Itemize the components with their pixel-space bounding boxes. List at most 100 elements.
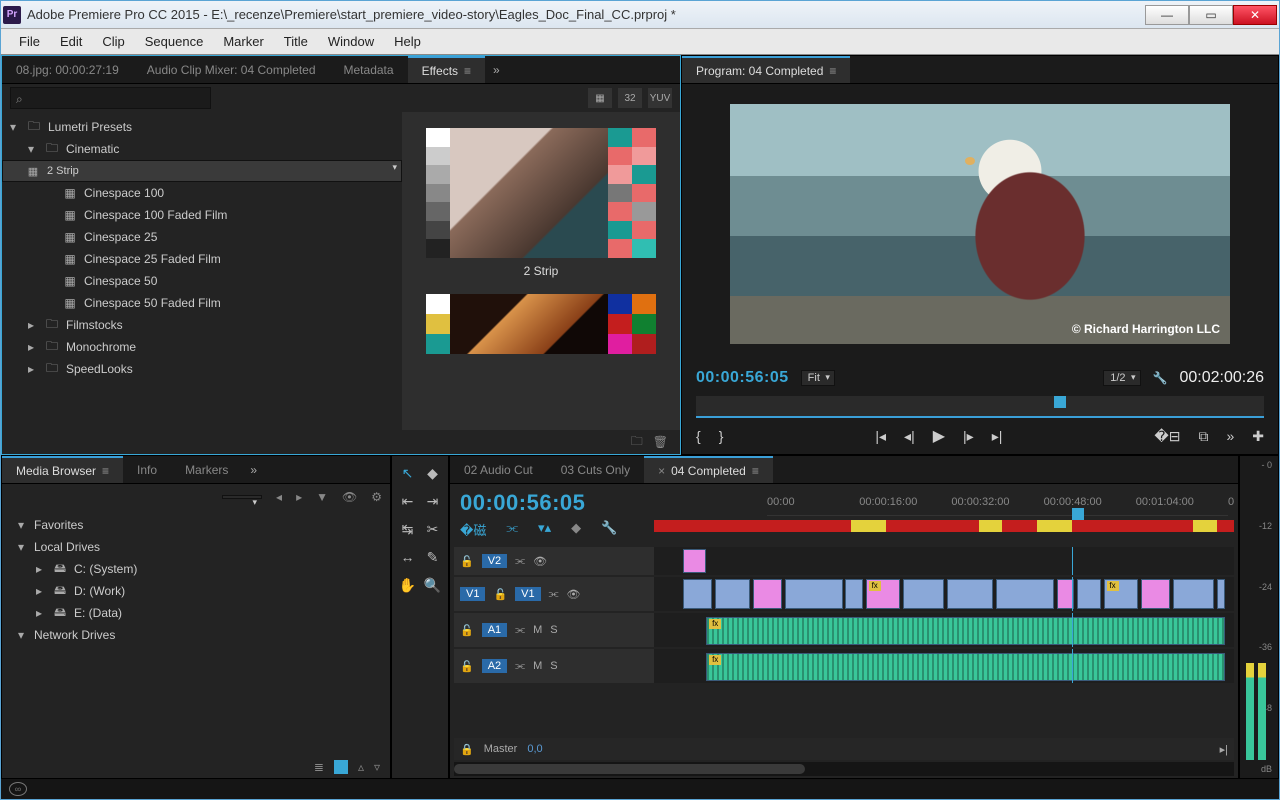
track-header[interactable]: V1🔓V1⫘👁 [454, 577, 654, 611]
disclosure-arrow-icon[interactable]: ▾ [18, 628, 28, 642]
linked-selection-icon[interactable]: ⫘ [506, 520, 518, 539]
timeline-playhead-icon[interactable] [1072, 508, 1084, 520]
mark-out-icon[interactable]: } [719, 428, 724, 444]
folder-row[interactable]: ▾🗀Lumetri Presets [2, 116, 402, 138]
track-target[interactable]: A2 [482, 659, 507, 673]
solo-button[interactable]: S [550, 624, 557, 636]
program-ruler[interactable] [696, 396, 1264, 418]
solo-button[interactable]: S [550, 660, 557, 672]
window-maximize-button[interactable]: ▭ [1189, 5, 1233, 25]
folder-row[interactable]: ▸🗀SpeedLooks [2, 358, 402, 380]
timeline-clip[interactable] [996, 579, 1054, 609]
track-lane[interactable]: fx [654, 613, 1234, 647]
panel-menu-icon[interactable]: ≡ [752, 464, 759, 478]
timeline-clip[interactable] [785, 579, 843, 609]
timeline-clip[interactable] [683, 579, 712, 609]
settings-wrench-icon[interactable]: 🔧 [1153, 371, 1168, 385]
sync-lock-icon[interactable]: ⫘ [549, 588, 559, 601]
preset-row[interactable]: ▦2 Strip [2, 160, 402, 182]
disclosure-arrow-icon[interactable]: ▸ [36, 606, 46, 620]
button-editor-icon[interactable]: ✚ [1252, 428, 1264, 445]
disclosure-arrow-icon[interactable]: ▾ [18, 518, 28, 532]
program-current-timecode[interactable]: 00:00:56:05 [696, 369, 789, 387]
disclosure-arrow-icon[interactable]: ▾ [18, 540, 28, 554]
disclosure-arrow-icon[interactable]: ▸ [36, 562, 46, 576]
menu-edit[interactable]: Edit [50, 31, 92, 52]
preset-row[interactable]: ▦Cinespace 100 Faded Film [2, 204, 402, 226]
timeline-clip[interactable] [1173, 579, 1214, 609]
sync-lock-icon[interactable]: ⫘ [515, 555, 525, 568]
source-patch[interactable]: V1 [460, 587, 485, 601]
track-header[interactable]: 🔓 V2 ⫘ 👁 [454, 547, 654, 575]
export-frame-icon[interactable]: » [1226, 428, 1234, 444]
panel-menu-icon[interactable]: ≡ [464, 64, 471, 78]
step-back-icon[interactable]: ◂| [904, 428, 915, 445]
sort-up-icon[interactable]: ▵ [358, 760, 364, 774]
hand-tool-icon[interactable]: ✋ [396, 572, 419, 598]
preset-row[interactable]: ▦Cinespace 100 [2, 182, 402, 204]
tabs-overflow-icon[interactable]: » [485, 63, 508, 77]
slip-tool-icon[interactable]: ↔ [396, 544, 419, 570]
rolling-edit-tool-icon[interactable]: ⇥ [421, 488, 444, 514]
timeline-clip[interactable] [715, 579, 750, 609]
timeline-current-timecode[interactable]: 00:00:56:05 [460, 490, 585, 516]
step-forward-icon[interactable]: |▸ [963, 428, 974, 445]
track-header[interactable]: 🔓A2⫘MS [454, 649, 654, 683]
disclosure-arrow-icon[interactable]: ▾ [10, 120, 20, 134]
section-row[interactable]: ▾Favorites [10, 514, 382, 536]
timeline-clip[interactable] [903, 579, 944, 609]
track-select-tool-icon[interactable]: ◆ [421, 460, 444, 486]
lock-icon[interactable]: 🔓 [493, 588, 507, 601]
play-icon[interactable]: ▶ [933, 426, 945, 446]
preset-card-2[interactable] [426, 294, 656, 354]
tab-effects[interactable]: Effects ≡ [408, 56, 485, 83]
timeline-clip[interactable] [947, 579, 993, 609]
mark-in-icon[interactable]: { [696, 428, 701, 444]
creative-cloud-icon[interactable]: ∞ [9, 782, 27, 796]
fx-yuv-icon[interactable]: YUV [648, 88, 672, 108]
drive-row[interactable]: ▸🖴D: (Work) [10, 580, 382, 602]
list-view-icon[interactable]: ≣ [314, 760, 324, 774]
goto-end-icon[interactable]: ▸| [1220, 743, 1228, 756]
timeline-clip[interactable]: fx [706, 617, 1225, 645]
timeline-clip[interactable] [1141, 579, 1170, 609]
track-target[interactable]: V2 [482, 554, 507, 568]
window-close-button[interactable]: ✕ [1233, 5, 1277, 25]
timeline-ruler[interactable]: 00:0000:00:16:0000:00:32:0000:00:48:0000… [767, 494, 1228, 516]
seq-tab-03[interactable]: 03 Cuts Only [547, 456, 644, 483]
menu-marker[interactable]: Marker [213, 31, 273, 52]
menu-file[interactable]: File [9, 31, 50, 52]
drive-row[interactable]: ▸🖴C: (System) [10, 558, 382, 580]
sync-lock-icon[interactable]: ⫘ [515, 624, 525, 637]
snap-icon[interactable]: �磁 [460, 520, 486, 539]
timeline-clip[interactable] [683, 549, 706, 573]
lock-icon[interactable]: 🔓 [460, 555, 474, 568]
timeline-clip[interactable] [753, 579, 782, 609]
filetype-filter-select[interactable] [222, 495, 262, 499]
tab-audio-mixer[interactable]: Audio Clip Mixer: 04 Completed [133, 56, 330, 83]
timeline-scroll-thumb[interactable] [454, 764, 805, 774]
toggle-output-icon[interactable]: 👁 [533, 555, 547, 568]
timeline-settings-icon[interactable]: 🔧 [601, 520, 617, 539]
zoom-tool-icon[interactable]: 🔍 [421, 572, 444, 598]
pen-tool-icon[interactable]: ✎ [421, 544, 444, 570]
seq-tab-02[interactable]: 02 Audio Cut [450, 456, 547, 483]
toggle-output-icon[interactable]: 👁 [567, 588, 581, 601]
menu-window[interactable]: Window [318, 31, 384, 52]
new-bin-icon[interactable]: 🗀 [631, 432, 643, 453]
timeline-clip[interactable]: fx [706, 653, 1225, 681]
folder-row[interactable]: ▾🗀Cinematic [2, 138, 402, 160]
tab-info[interactable]: Info [123, 456, 171, 483]
selection-tool-icon[interactable]: ↖ [396, 460, 419, 486]
work-area-bar[interactable] [654, 520, 1234, 532]
timeline-clip[interactable]: fx [1104, 579, 1139, 609]
extract-icon[interactable]: ⧉ [1198, 428, 1208, 445]
timeline-scrollbar[interactable] [454, 762, 1234, 776]
zoom-select[interactable]: Fit [801, 370, 835, 386]
track-header[interactable]: 🔓A1⫘MS [454, 613, 654, 647]
drive-row[interactable]: ▸🖴E: (Data) [10, 602, 382, 624]
menu-clip[interactable]: Clip [92, 31, 134, 52]
timeline-clip[interactable] [1217, 579, 1226, 609]
timeline-clip[interactable]: fx [866, 579, 901, 609]
disclosure-arrow-icon[interactable]: ▸ [28, 340, 38, 354]
